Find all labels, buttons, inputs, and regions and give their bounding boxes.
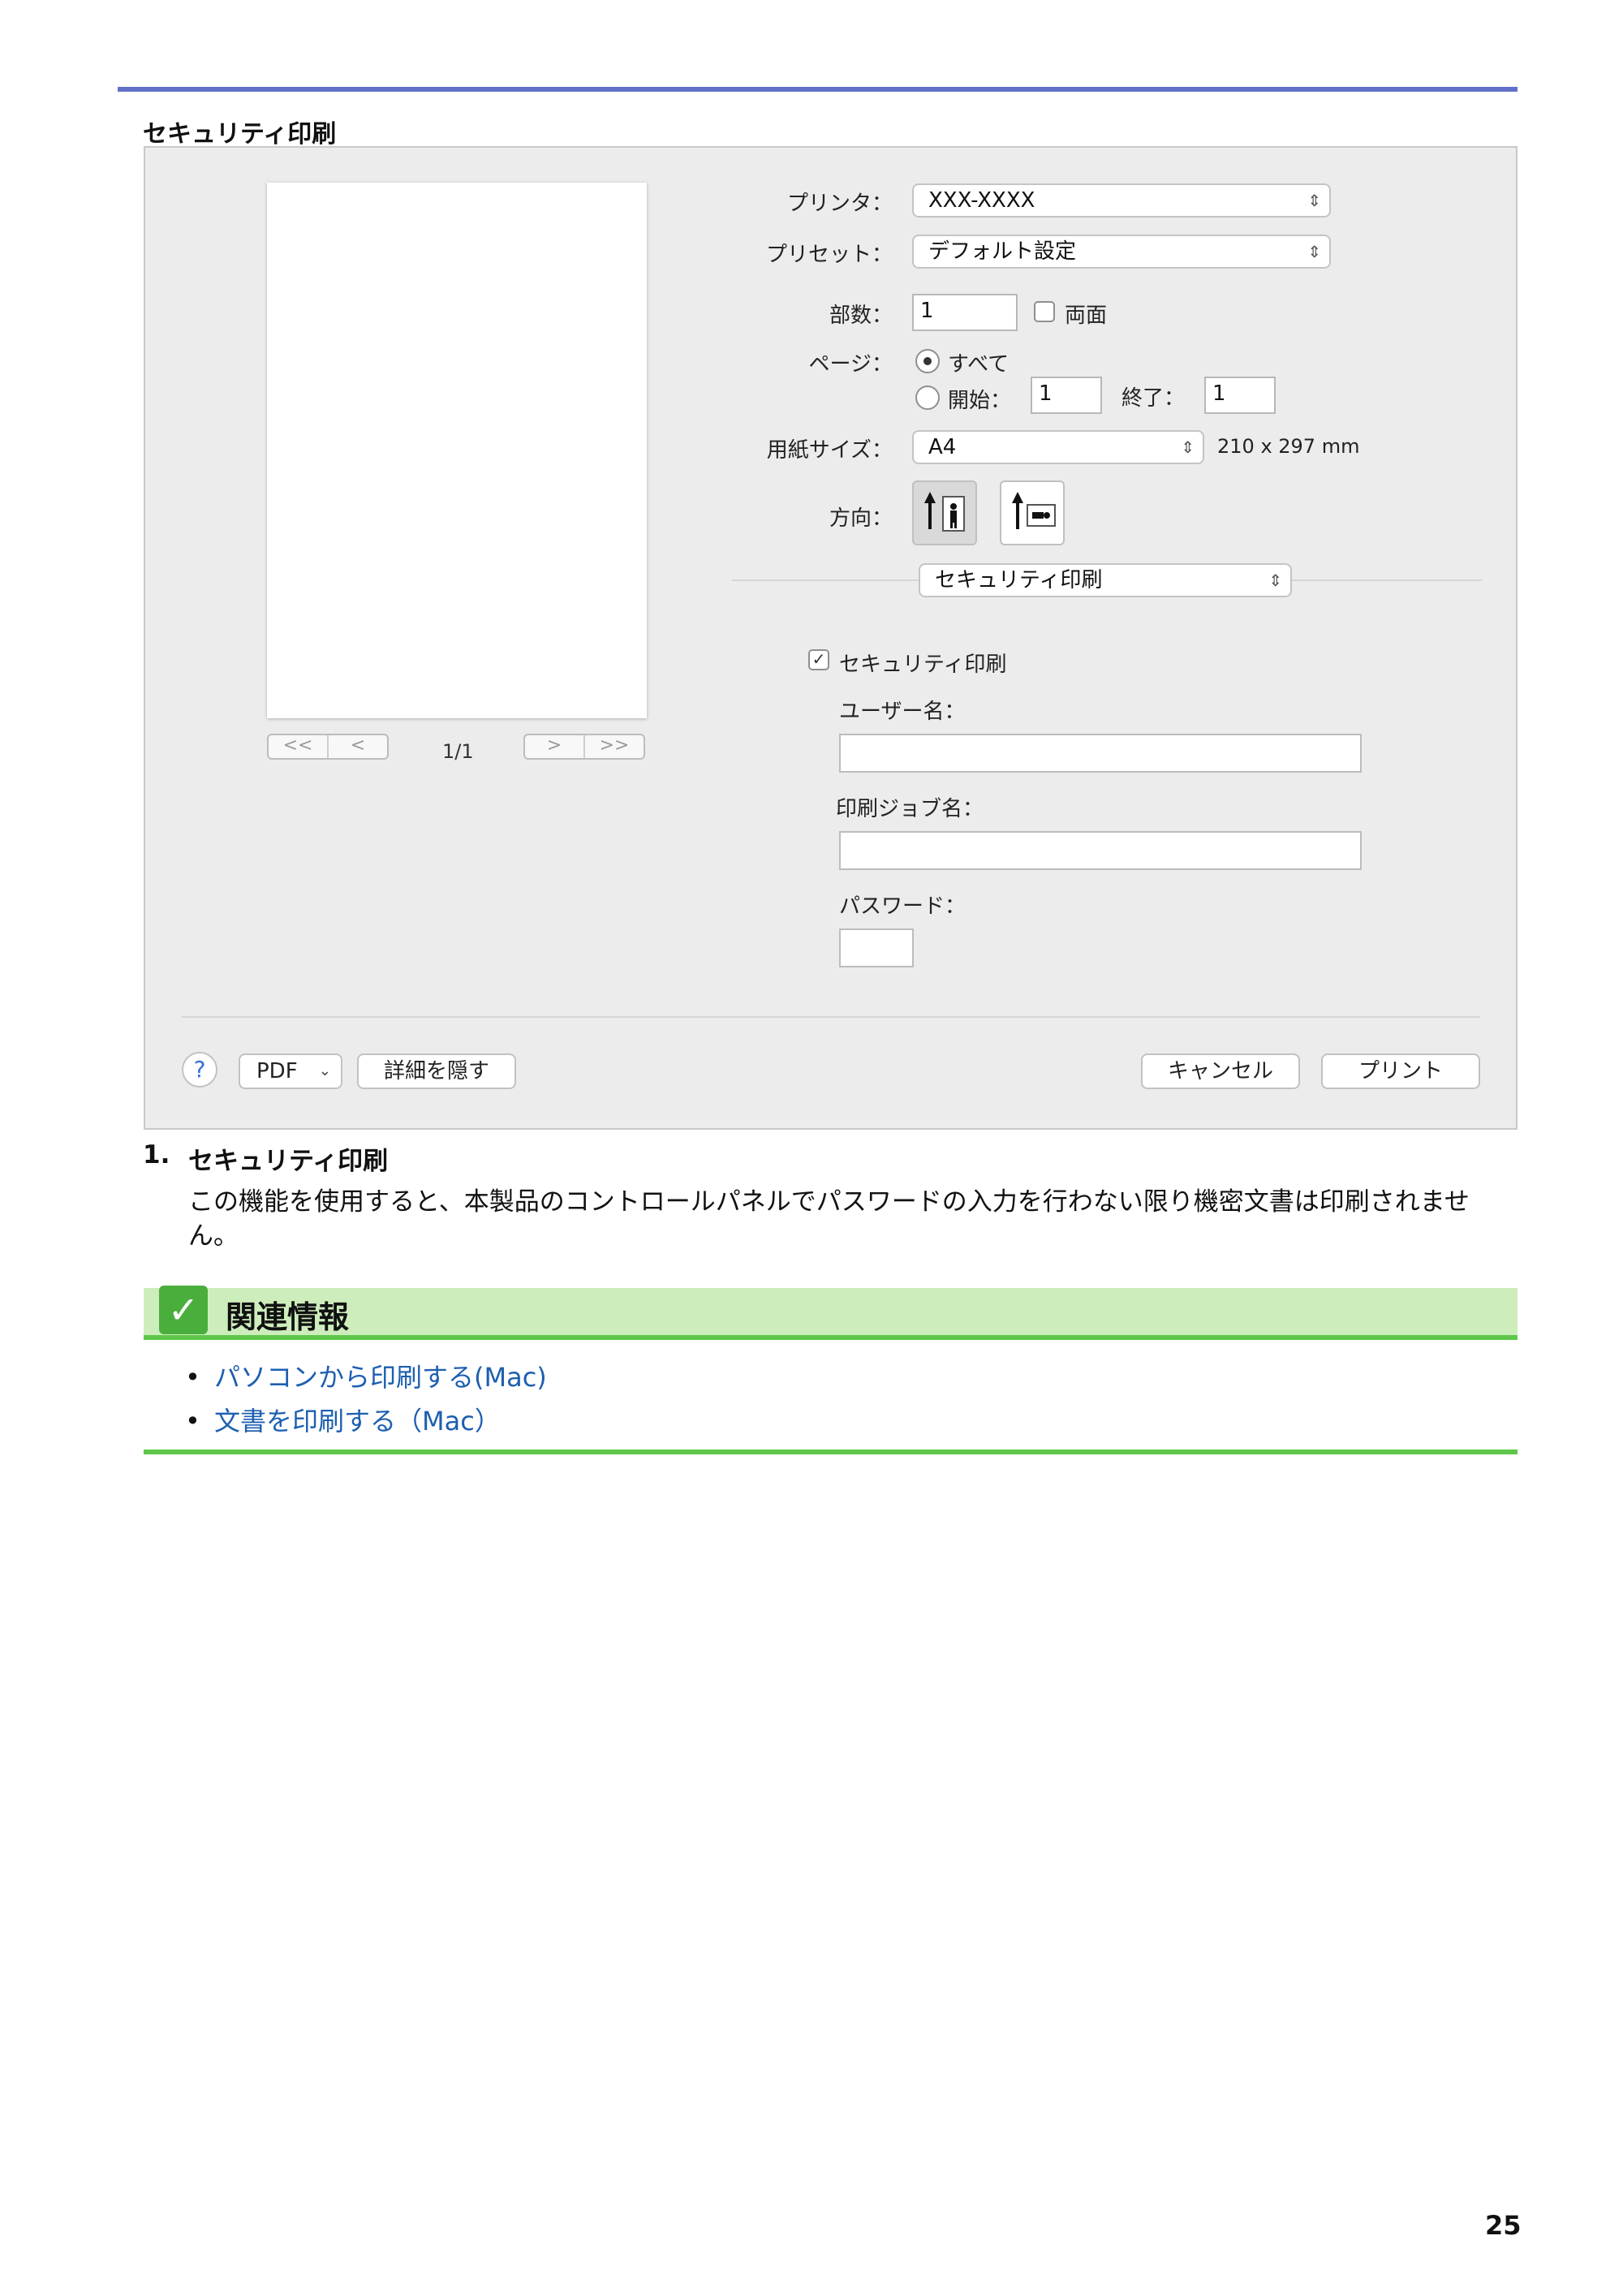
pages-from-field[interactable]: 1 xyxy=(1031,377,1102,414)
footer-separator xyxy=(182,1016,1480,1018)
related-info-title: 関連情報 xyxy=(226,1299,350,1335)
preview-nav-back[interactable]: << < xyxy=(267,734,389,760)
copies-field[interactable]: 1 xyxy=(912,294,1018,331)
related-link-print-document-mac[interactable]: 文書を印刷する（Mac） xyxy=(185,1399,547,1443)
panel-select[interactable]: セキュリティ印刷 ⇕ xyxy=(919,563,1292,597)
checkmark-icon: ✓ xyxy=(159,1286,208,1334)
item-title: セキュリティ印刷 xyxy=(188,1147,389,1176)
updown-arrows-icon: ⇕ xyxy=(1307,191,1321,210)
print-button[interactable]: プリント xyxy=(1321,1053,1480,1089)
item-number: 1. xyxy=(143,1140,170,1170)
preset-select[interactable]: デフォルト設定 ⇕ xyxy=(912,235,1331,269)
preset-label: プリセット： xyxy=(765,243,893,267)
hide-details-button[interactable]: 詳細を隠す xyxy=(357,1053,516,1089)
cancel-button[interactable]: キャンセル xyxy=(1141,1053,1300,1089)
pages-from-label: 開始： xyxy=(948,389,1012,413)
help-button[interactable]: ? xyxy=(182,1052,217,1088)
related-bottom-rule xyxy=(144,1450,1518,1454)
related-link-pc-print-mac[interactable]: パソコンから印刷する(Mac) xyxy=(185,1355,547,1399)
pdf-label: PDF xyxy=(256,1059,298,1083)
first-page-button[interactable]: << xyxy=(269,735,327,758)
page-number: 25 xyxy=(1485,2210,1522,2241)
password-input[interactable] xyxy=(839,928,914,967)
printer-value: XXX-XXXX xyxy=(928,188,1035,213)
paper-dimensions: 210 x 297 mm xyxy=(1217,435,1360,458)
copies-label: 部数： xyxy=(829,304,893,328)
paper-size-select[interactable]: A4 ⇕ xyxy=(912,430,1204,464)
job-name-input[interactable] xyxy=(839,831,1362,870)
preset-value: デフォルト設定 xyxy=(928,239,1077,264)
last-page-button[interactable]: >> xyxy=(583,735,644,758)
chevron-down-icon: ⌄ xyxy=(318,1062,331,1079)
pages-to-label: 終了： xyxy=(1121,386,1186,411)
related-links: パソコンから印刷する(Mac) 文書を印刷する（Mac） xyxy=(185,1355,547,1443)
updown-arrows-icon: ⇕ xyxy=(1181,437,1195,457)
related-info-bar xyxy=(144,1288,1518,1335)
portrait-button[interactable] xyxy=(912,480,977,545)
landscape-button[interactable] xyxy=(1000,480,1065,545)
landscape-orientation-icon xyxy=(1012,492,1056,529)
prev-page-button[interactable]: < xyxy=(327,735,387,758)
pdf-menu-button[interactable]: PDF ⌄ xyxy=(239,1053,342,1089)
section-title: セキュリティ印刷 xyxy=(143,120,337,149)
secure-print-checkbox-label: セキュリティ印刷 xyxy=(839,653,1007,677)
next-page-button[interactable]: > xyxy=(525,735,583,758)
duplex-label: 両面 xyxy=(1065,304,1108,328)
preview-nav-forward[interactable]: > >> xyxy=(523,734,645,760)
pages-all-radio[interactable] xyxy=(915,349,940,373)
print-preview-page xyxy=(267,183,647,718)
user-name-input[interactable] xyxy=(839,734,1362,773)
password-label: パスワード： xyxy=(839,894,966,919)
top-rule xyxy=(118,87,1518,92)
duplex-checkbox[interactable] xyxy=(1034,301,1055,322)
printer-label: プリンタ： xyxy=(786,192,893,216)
paper-size-label: 用紙サイズ： xyxy=(766,438,893,463)
related-info-rule xyxy=(144,1335,1518,1340)
pages-to-field[interactable]: 1 xyxy=(1204,377,1276,414)
secure-print-checkbox[interactable]: ✓ xyxy=(808,649,829,670)
user-name-label: ユーザー名： xyxy=(839,700,966,724)
item-description: この機能を使用すると、本製品のコントロールパネルでパスワードの入力を行わない限り… xyxy=(188,1187,1470,1251)
page-count: 1/1 xyxy=(442,740,474,763)
pages-range-radio[interactable] xyxy=(915,386,940,410)
updown-arrows-icon: ⇕ xyxy=(1268,571,1282,590)
panel-select-value: セキュリティ印刷 xyxy=(935,568,1103,592)
printer-select[interactable]: XXX-XXXX ⇕ xyxy=(912,183,1331,218)
pages-label: ページ： xyxy=(808,352,893,377)
updown-arrows-icon: ⇕ xyxy=(1307,242,1321,261)
pages-all-label: すべて xyxy=(948,352,1010,377)
orientation-label: 方向： xyxy=(829,506,893,531)
portrait-orientation-icon xyxy=(924,492,965,532)
job-name-label: 印刷ジョブ名： xyxy=(836,797,984,821)
paper-size-value: A4 xyxy=(928,435,957,459)
